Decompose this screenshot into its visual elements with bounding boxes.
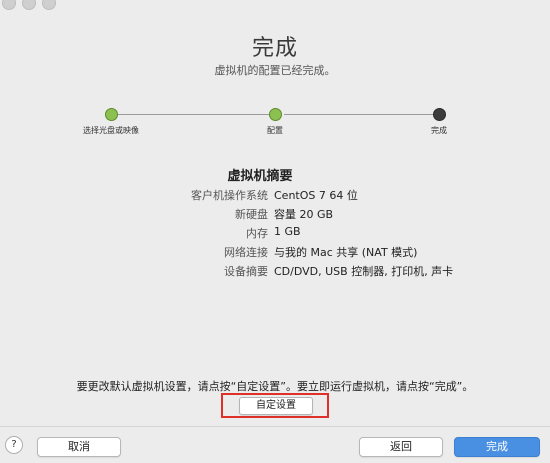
window-traffic-lights <box>0 0 56 10</box>
minimize-window-icon[interactable] <box>22 0 36 10</box>
step-complete-icon <box>104 108 118 121</box>
summary-value: CentOS 7 64 位 <box>274 189 358 202</box>
summary-value: CD/DVD, USB 控制器, 打印机, 声卡 <box>274 265 454 278</box>
summary-key: 内存 <box>246 227 268 240</box>
cancel-button[interactable]: 取消 <box>37 437 121 457</box>
step-label: 配置 <box>267 126 283 135</box>
summary-key: 设备摘要 <box>224 265 268 278</box>
summary-value: 1 GB <box>274 225 301 238</box>
summary-heading: 虚拟机摘要 <box>227 169 293 184</box>
step-configure: 配置 <box>235 106 315 136</box>
summary-key: 客户机操作系统 <box>191 189 268 202</box>
summary-value: 与我的 Mac 共享 (NAT 模式) <box>274 246 418 259</box>
close-window-icon[interactable] <box>2 0 16 10</box>
step-current-icon <box>432 108 446 121</box>
back-button[interactable]: 返回 <box>359 437 443 457</box>
finish-button[interactable]: 完成 <box>454 437 540 457</box>
summary-key: 新硬盘 <box>235 208 268 221</box>
step-label: 完成 <box>431 126 447 135</box>
page-subtitle: 虚拟机的配置已经完成。 <box>214 64 336 77</box>
step-label: 选择光盘或映像 <box>83 126 139 135</box>
customize-settings-button[interactable]: 自定设置 <box>239 397 313 415</box>
step-select-media: 选择光盘或映像 <box>71 106 151 136</box>
zoom-window-icon[interactable] <box>42 0 56 10</box>
customize-hint: 要更改默认虚拟机设置，请点按“自定设置”。要立即运行虚拟机，请点按“完成”。 <box>76 380 474 393</box>
summary-value: 容量 20 GB <box>274 208 334 221</box>
progress-steps: 选择光盘或映像 配置 完成 <box>68 106 468 146</box>
page-title: 完成 <box>251 36 298 61</box>
help-icon[interactable]: ? <box>5 436 23 454</box>
step-finish: 完成 <box>399 106 479 136</box>
step-complete-icon <box>268 108 282 121</box>
summary-key: 网络连接 <box>224 246 268 259</box>
